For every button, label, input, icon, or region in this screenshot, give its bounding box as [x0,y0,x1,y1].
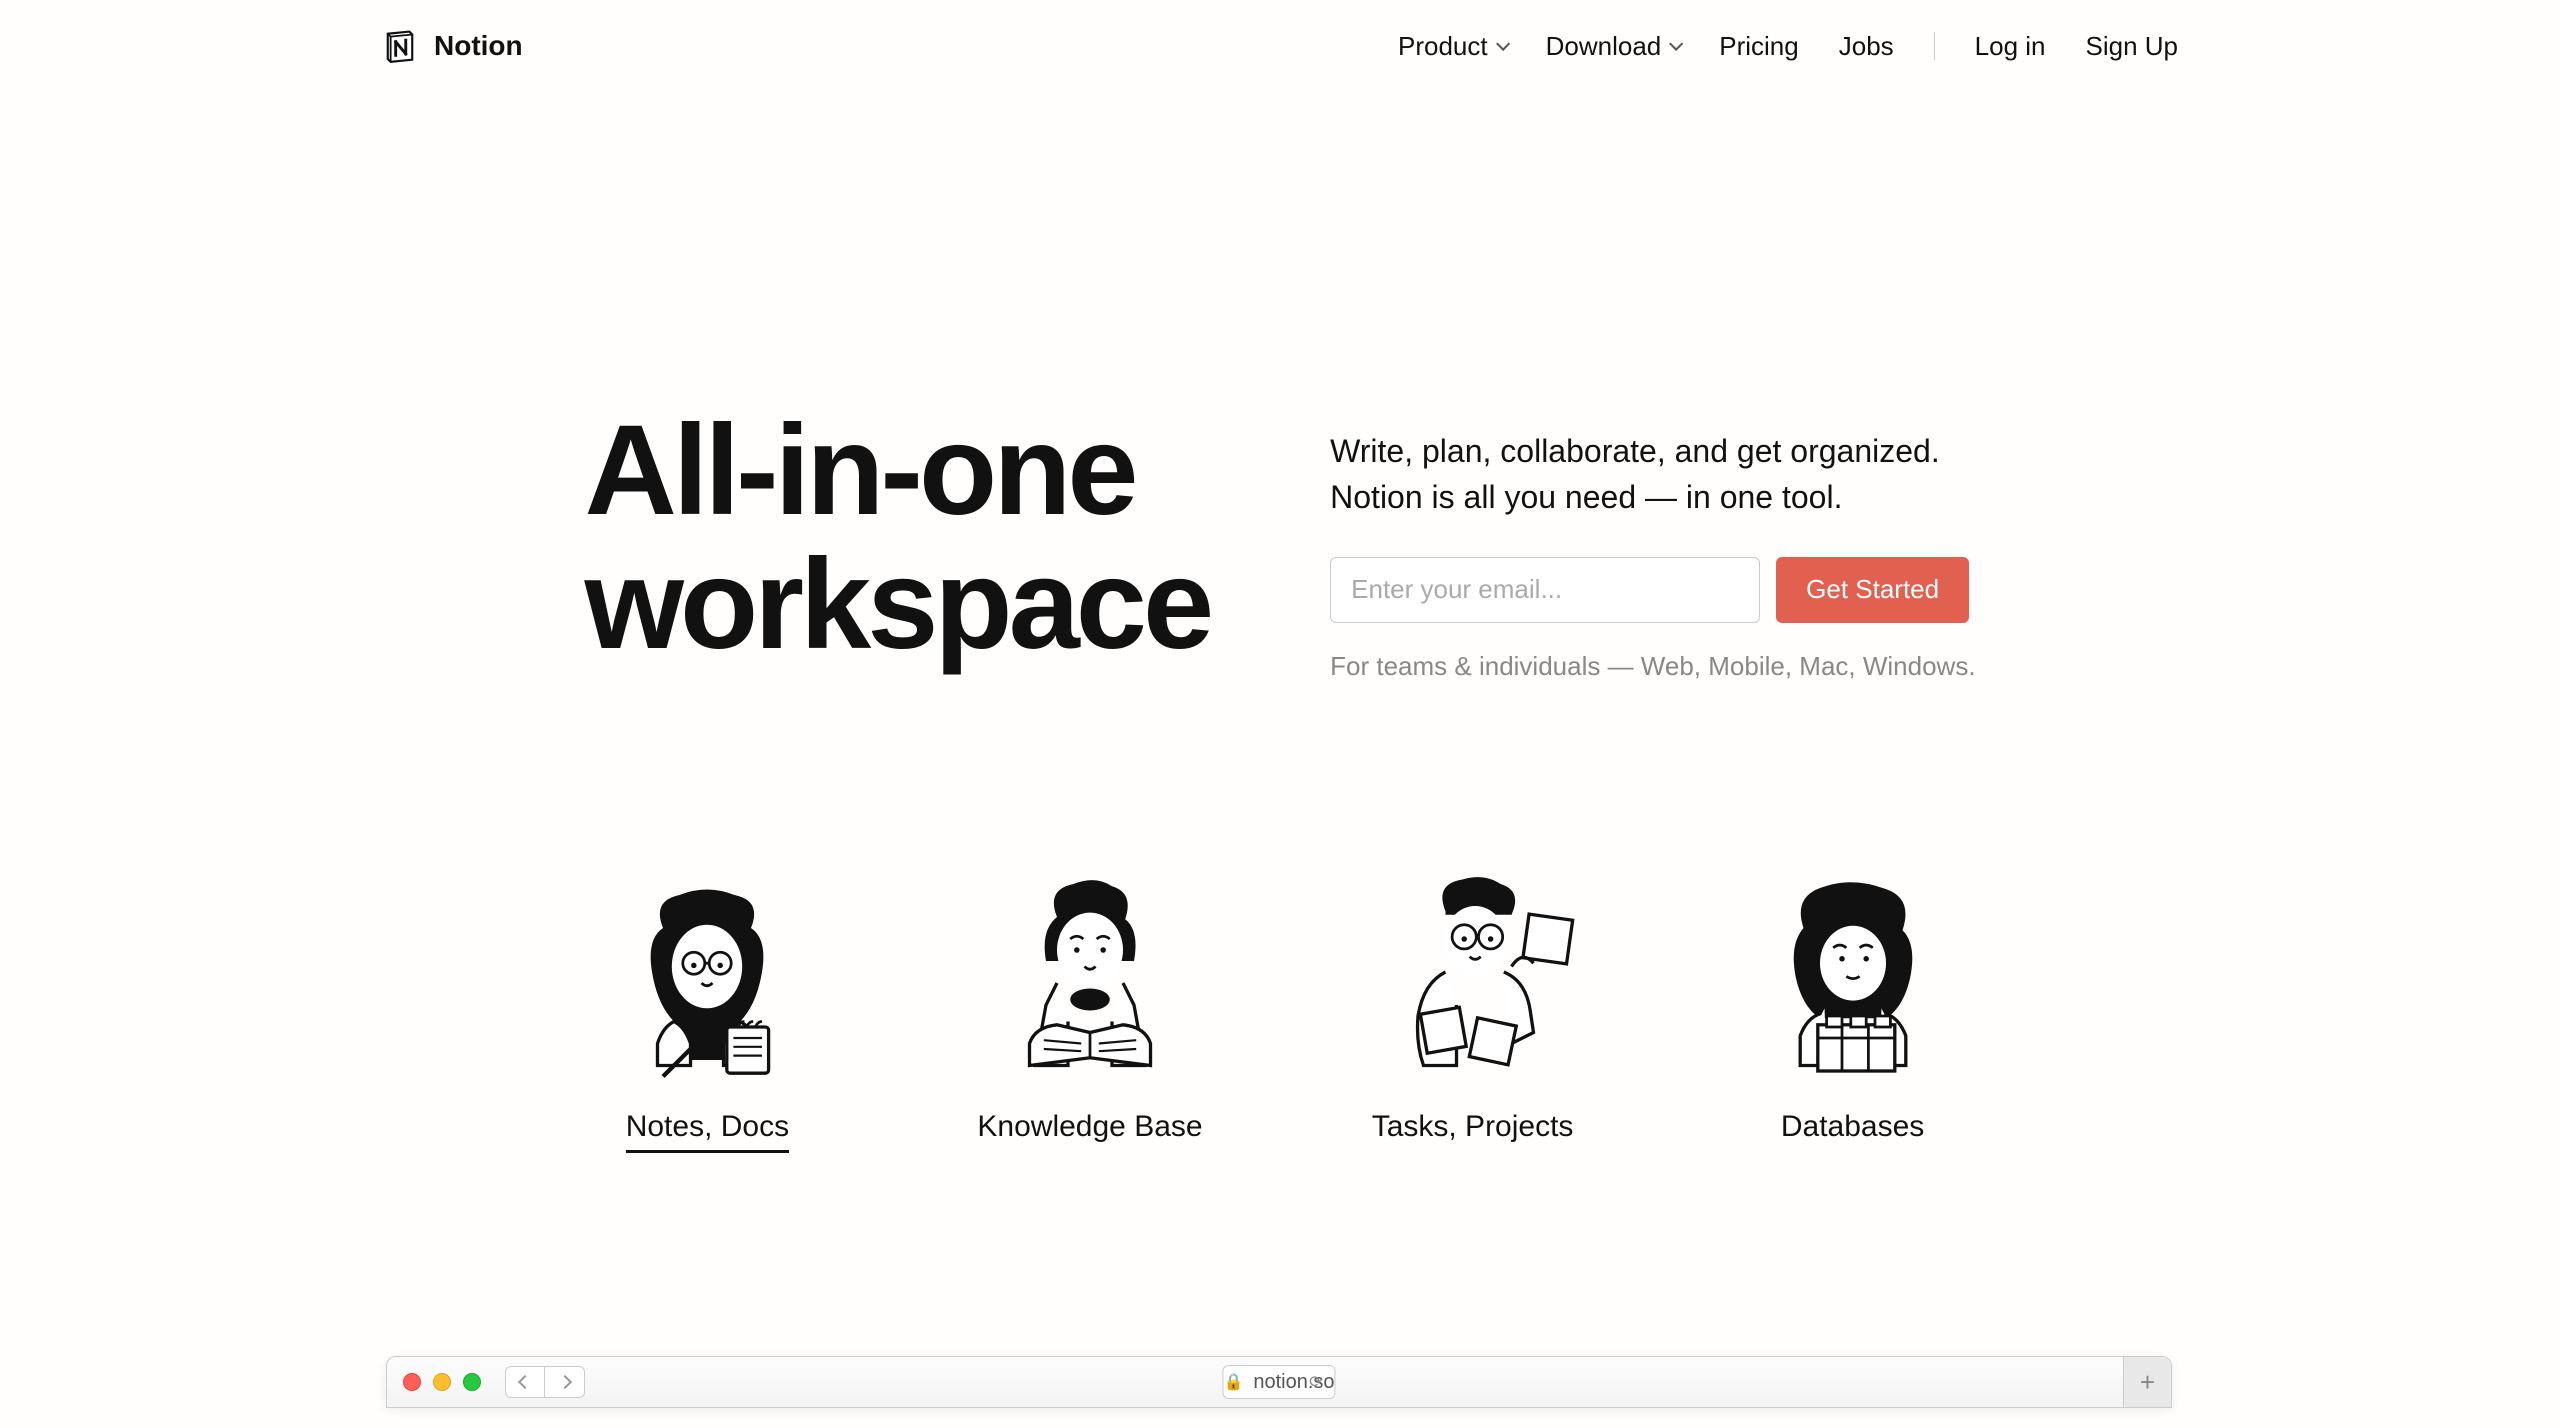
chevron-right-icon [557,1375,571,1389]
reload-icon[interactable]: ⟳ [1309,1372,1322,1392]
nav-product[interactable]: Product [1398,31,1506,62]
hero-right: Write, plan, collaborate, and get organi… [1330,404,1975,682]
tab-knowledge-base[interactable]: Knowledge Base [977,862,1202,1153]
feature-label: Tasks, Projects [1372,1110,1574,1150]
nav-login-label: Log in [1975,31,2046,62]
feature-label: Knowledge Base [977,1110,1202,1150]
browser-back-button[interactable] [505,1366,545,1398]
nav-divider [1934,32,1935,60]
illustration-databases [1743,862,1963,1082]
notion-logo-icon [382,28,418,64]
illustration-tasks [1363,862,1583,1082]
main-nav: Product Download Pricing Jobs Log in Sig… [1398,31,2178,62]
window-minimize-button[interactable] [433,1373,451,1391]
nav-signup-label: Sign Up [2086,31,2179,62]
nav-jobs[interactable]: Jobs [1839,31,1894,62]
brand-name: Notion [434,30,523,62]
browser-nav-arrows [505,1366,585,1398]
illustration-notes [597,862,817,1082]
nav-jobs-label: Jobs [1839,31,1894,62]
tab-tasks-projects[interactable]: Tasks, Projects [1363,862,1583,1153]
nav-pricing-label: Pricing [1719,31,1798,62]
hero-section: All-in-one workspace Write, plan, collab… [0,64,2560,682]
nav-login[interactable]: Log in [1975,31,2046,62]
hero-footnote: For teams & individuals — Web, Mobile, M… [1330,651,1975,682]
lock-icon: 🔒 [1223,1372,1243,1392]
chevron-down-icon [1669,37,1683,51]
email-signup-row: Get Started [1330,557,1975,623]
hero-subtitle: Write, plan, collaborate, and get organi… [1330,428,1975,521]
traffic-lights [403,1373,481,1391]
get-started-button[interactable]: Get Started [1776,557,1969,623]
nav-download[interactable]: Download [1546,31,1680,62]
chevron-down-icon [1496,37,1510,51]
nav-download-label: Download [1546,31,1662,62]
nav-product-label: Product [1398,31,1488,62]
hero-title: All-in-one workspace [584,404,1210,673]
email-field[interactable] [1330,557,1760,623]
hero-left: All-in-one workspace [584,404,1210,682]
browser-chrome: 🔒 notion.so ⟳ + [386,1356,2172,1408]
chevron-left-icon [518,1375,532,1389]
window-zoom-button[interactable] [463,1373,481,1391]
logo-group[interactable]: Notion [382,28,523,64]
feature-label: Notes, Docs [626,1110,789,1153]
browser-forward-button[interactable] [545,1366,585,1398]
nav-pricing[interactable]: Pricing [1719,31,1798,62]
new-tab-button[interactable]: + [2123,1357,2171,1407]
window-close-button[interactable] [403,1373,421,1391]
nav-signup[interactable]: Sign Up [2086,31,2179,62]
feature-label: Databases [1781,1110,1924,1150]
illustration-knowledge [980,862,1200,1082]
features-row: Notes, Docs Knowledge [0,862,2560,1153]
browser-url-bar[interactable]: 🔒 notion.so ⟳ [1222,1365,1335,1399]
tab-databases[interactable]: Databases [1743,862,1963,1153]
tab-notes-docs[interactable]: Notes, Docs [597,862,817,1153]
page-header: Notion Product Download Pricing Jobs Log… [0,0,2560,64]
